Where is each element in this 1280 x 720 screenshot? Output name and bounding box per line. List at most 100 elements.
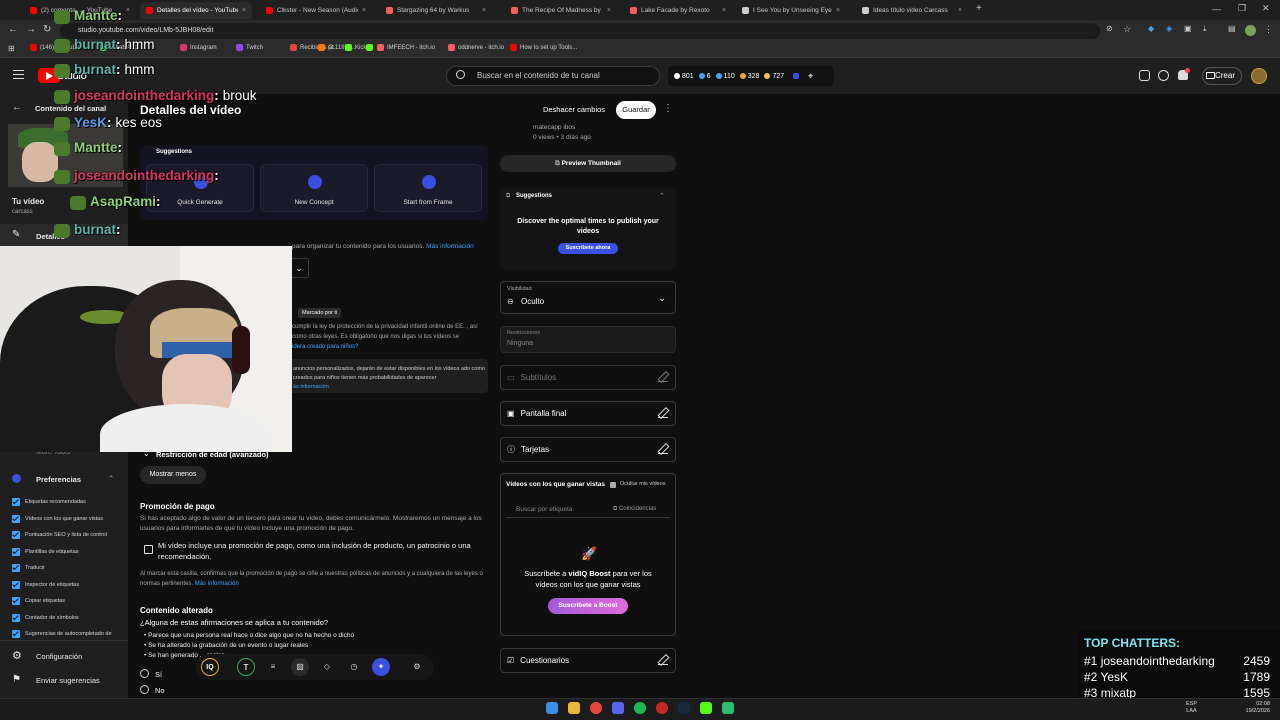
preferences-label[interactable]: Preferencias <box>36 475 81 484</box>
channel-avatar[interactable] <box>1251 68 1267 84</box>
tab-close-icon[interactable]: × <box>722 7 726 14</box>
search-icon[interactable] <box>456 70 465 79</box>
apps-grid-icon[interactable]: ⊞ <box>8 44 15 53</box>
cards-edit-icon[interactable] <box>658 444 668 454</box>
sidepanel-icon[interactable]: ▤ <box>1228 24 1236 33</box>
feedback-icon[interactable]: ⚑ <box>12 674 21 685</box>
more-options-icon[interactable]: ⋮ <box>663 103 673 114</box>
pref-checkbox[interactable] <box>12 498 20 506</box>
steam-icon[interactable] <box>678 702 690 714</box>
playlist-dropdown[interactable]: ⌄ <box>289 258 309 278</box>
pref-checkbox[interactable] <box>12 564 20 572</box>
vidiq-extension-icon[interactable] <box>793 73 800 79</box>
text-tool-icon[interactable]: T <box>237 658 255 676</box>
hamburger-menu-icon[interactable] <box>13 70 24 79</box>
forward-nav-icon[interactable]: → <box>26 24 36 35</box>
ai-sparkle-icon[interactable]: ✦ <box>372 658 390 676</box>
preview-thumbnail-button[interactable]: ⧉ Preview Thumbnail <box>500 155 676 172</box>
bookmark-item[interactable]: IMFEECH - itch.io <box>377 44 435 51</box>
pref-checkbox[interactable] <box>12 613 20 622</box>
tab-close-icon[interactable]: × <box>482 7 486 14</box>
browser-tab[interactable]: Ideas título video Carcass × <box>856 2 968 19</box>
settings-link[interactable]: Configuración <box>36 652 82 661</box>
url-input[interactable]: studio.youtube.com/video/LMb-5JBH08/edit <box>60 23 1100 39</box>
quizzes-row[interactable]: ☑ Cuestionarios <box>500 648 676 673</box>
help-icon[interactable] <box>1158 70 1169 81</box>
pref-checkbox[interactable] <box>12 531 20 539</box>
pref-checkbox[interactable] <box>12 580 20 589</box>
clock-tool-icon[interactable]: ◷ <box>345 658 363 676</box>
vidiq-trophy-icon[interactable]: ⌖ <box>808 71 813 82</box>
back-arrow-icon[interactable]: ← <box>12 102 22 113</box>
subtitles-edit-icon[interactable] <box>658 372 668 382</box>
minimize-icon[interactable]: — <box>1212 4 1221 14</box>
list-tool-icon[interactable]: ≡ <box>264 658 282 676</box>
kick-icon[interactable] <box>700 702 712 714</box>
file-explorer-icon[interactable] <box>568 702 580 714</box>
spotify-icon[interactable] <box>634 702 646 714</box>
browser-tab[interactable]: Lake Facade by Rexoto × <box>624 2 732 19</box>
end-screen-edit-icon[interactable] <box>658 408 668 418</box>
profile-avatar-icon[interactable] <box>1245 25 1256 36</box>
back-nav-icon[interactable]: ← <box>8 24 18 35</box>
vidiq-logo-icon[interactable]: IQ <box>201 658 219 676</box>
bookmark-item[interactable]: Kick <box>345 44 366 51</box>
settings-gear-icon[interactable]: ⚙ <box>12 649 22 662</box>
incognito-icon[interactable]: ⊘ <box>1106 24 1113 33</box>
pref-checkbox[interactable] <box>12 514 20 523</box>
matches-filter[interactable]: ⧉ Coincidencias <box>613 506 656 513</box>
tab-close-icon[interactable]: × <box>126 7 130 14</box>
tab-close-icon[interactable]: × <box>836 7 840 14</box>
extension-icon[interactable]: ◆ <box>1148 24 1154 33</box>
right-suggestions-collapse-icon[interactable]: ⌃ <box>659 192 665 200</box>
downloads-icon[interactable]: ⤓ <box>1203 24 1207 34</box>
new-tab-icon[interactable]: + <box>976 3 982 14</box>
subscribe-now-button[interactable]: Suscríbete ahora <box>558 243 618 254</box>
toolbar-settings-icon[interactable]: ⚙ <box>408 658 426 676</box>
subscribe-boost-button[interactable]: Suscríbete a Boost <box>548 598 628 614</box>
tab-close-icon[interactable]: × <box>362 7 366 14</box>
close-window-icon[interactable]: ✕ <box>1262 3 1270 14</box>
show-less-button[interactable]: Mostrar menos <box>140 466 206 484</box>
playlist-learn-more-link[interactable]: Más información <box>426 243 474 250</box>
reload-icon[interactable]: ↻ <box>43 24 51 35</box>
tab-close-icon[interactable]: × <box>607 7 611 14</box>
app-icon[interactable] <box>722 702 734 714</box>
obs-icon[interactable] <box>656 702 668 714</box>
audience-learn-more-link[interactable]: idera creado para niños? <box>292 344 358 350</box>
bookmark-item[interactable]: oddnerve - itch.io <box>448 44 504 51</box>
extension2-icon[interactable]: ◈ <box>1166 24 1172 33</box>
pref-checkbox[interactable] <box>12 630 20 638</box>
send-feedback-link[interactable]: Enviar sugerencias <box>36 676 100 685</box>
tab-close-icon[interactable]: × <box>958 7 962 14</box>
bookmark-item[interactable] <box>366 44 376 51</box>
chrome-icon[interactable] <box>590 702 602 714</box>
ads-learn-more-link[interactable]: ás información <box>293 384 329 390</box>
language-indicator[interactable]: ESP LAA <box>1186 701 1197 715</box>
image-tool-icon[interactable]: ▨ <box>291 658 309 676</box>
radio-yes[interactable] <box>140 669 149 678</box>
browser-tab[interactable]: I See You by Unseeing Eyes × <box>736 2 846 19</box>
bookmark-item[interactable]: Instagram <box>180 44 217 51</box>
undo-changes-button[interactable]: Deshacer cambios <box>538 101 610 119</box>
channel-search-input[interactable]: Buscar en el contenido de tu canal <box>446 66 660 86</box>
subtitles-row[interactable]: ▭ Subtítulos <box>500 365 676 390</box>
extensions-puzzle-icon[interactable]: ▣ <box>1184 24 1192 33</box>
browser-tab[interactable]: The Recipe Of Madness by zero × <box>505 2 617 19</box>
tag-tool-icon[interactable]: ◇ <box>318 658 336 676</box>
vidiq-stats-bar[interactable]: 801 6 110 328 727 ⌖ <box>668 66 834 86</box>
captions-icon[interactable] <box>1139 70 1150 81</box>
bookmark-item[interactable]: Twitch <box>236 44 263 51</box>
discord-icon[interactable] <box>612 702 624 714</box>
clock[interactable]: 02:08 19/2/2026 <box>1238 701 1270 715</box>
pref-checkbox[interactable] <box>12 547 20 556</box>
radio-no[interactable] <box>140 685 149 694</box>
bookmark-star-icon[interactable]: ☆ <box>1123 24 1131 35</box>
pref-checkbox[interactable] <box>12 597 20 605</box>
browser-tab[interactable]: Stargazing 64 by Warkus × <box>380 2 492 19</box>
paid-promotion-learn-more-link[interactable]: Más información <box>195 581 239 587</box>
save-button[interactable]: Guardar <box>616 101 656 119</box>
bookmark-item[interactable]: sc <box>318 44 334 51</box>
new-concept-card[interactable]: New Concept <box>260 164 368 212</box>
start-from-frame-card[interactable]: Start from Frame <box>374 164 482 212</box>
